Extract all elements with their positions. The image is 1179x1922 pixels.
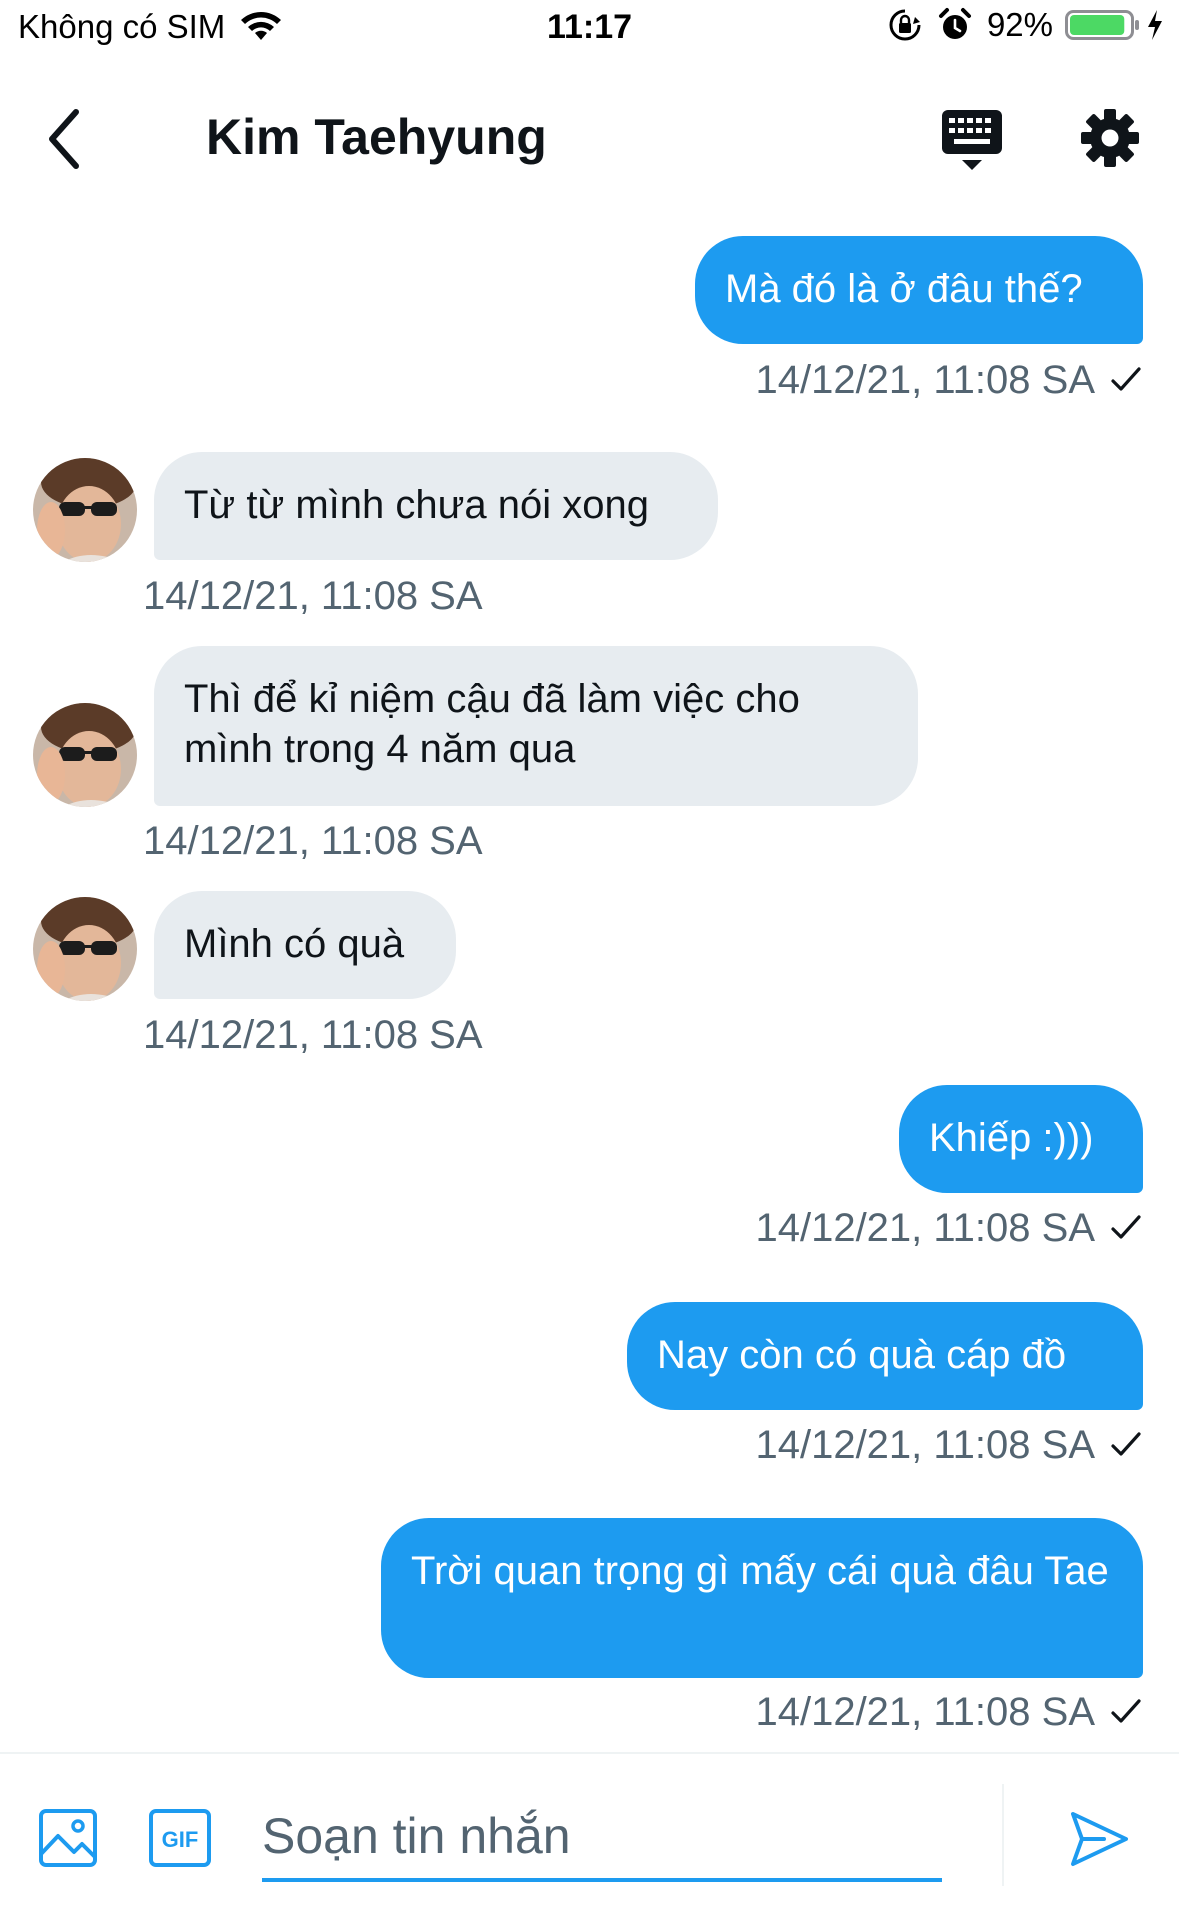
avatar-image bbox=[33, 897, 137, 1001]
message-timestamp: 14/12/21, 11:08 SA bbox=[755, 1206, 1143, 1251]
received-message-bubble[interactable]: Mình có quà bbox=[154, 891, 456, 999]
message-timestamp: 14/12/21, 11:08 SA bbox=[755, 358, 1143, 403]
timestamp-text: 14/12/21, 11:08 SA bbox=[143, 574, 483, 618]
message-text: Trời quan trọng gì mấy cái quà đâu Tae bbox=[411, 1549, 1109, 1593]
sent-check-icon bbox=[1111, 1215, 1141, 1239]
message-timestamp: 14/12/21, 11:08 SA bbox=[755, 1423, 1143, 1468]
rotation-lock-icon bbox=[889, 9, 921, 41]
sent-check-icon bbox=[1111, 1699, 1141, 1723]
avatar[interactable] bbox=[33, 897, 137, 1001]
avatar-image bbox=[33, 458, 137, 562]
image-icon[interactable] bbox=[38, 1808, 98, 1868]
gear-icon[interactable] bbox=[1080, 108, 1140, 168]
keyboard-icon[interactable] bbox=[940, 108, 1004, 174]
sent-check-icon bbox=[1111, 367, 1141, 391]
sent-message-bubble[interactable]: Mà đó là ở đâu thế? bbox=[695, 236, 1143, 344]
gif-icon[interactable]: GIF bbox=[148, 1808, 212, 1868]
back-button[interactable] bbox=[36, 102, 96, 176]
avatar[interactable] bbox=[33, 458, 137, 562]
message-timestamp: 14/12/21, 11:08 SA bbox=[143, 574, 483, 619]
send-icon[interactable] bbox=[1068, 1808, 1130, 1870]
timestamp-text: 14/12/21, 11:08 SA bbox=[755, 1690, 1095, 1734]
sent-message-bubble[interactable]: Nay còn có quà cáp đồ bbox=[627, 1302, 1143, 1410]
charging-bolt-icon bbox=[1148, 10, 1162, 40]
message-timestamp: 14/12/21, 11:08 SA bbox=[755, 1690, 1143, 1735]
message-timestamp: 14/12/21, 11:08 SA bbox=[143, 819, 483, 864]
battery-icon bbox=[1065, 10, 1139, 40]
message-text: Nay còn có quà cáp đồ bbox=[657, 1333, 1067, 1377]
timestamp-text: 14/12/21, 11:08 SA bbox=[755, 358, 1095, 402]
timestamp-text: 14/12/21, 11:08 SA bbox=[755, 1423, 1095, 1467]
battery-percent: 92% bbox=[986, 6, 1053, 43]
avatar-image bbox=[33, 703, 137, 807]
composer-divider bbox=[1002, 1784, 1004, 1886]
message-text: Từ từ mình chưa nói xong bbox=[184, 483, 649, 527]
message-text: Thì để kỉ niệm cậu đã làm việc cho mình … bbox=[184, 677, 800, 771]
alarm-icon bbox=[938, 8, 971, 39]
status-bar: Không có SIM 11:17 92% bbox=[0, 0, 1179, 60]
sent-message-bubble[interactable]: Trời quan trọng gì mấy cái quà đâu Tae bbox=[381, 1518, 1143, 1678]
received-message-bubble[interactable]: Từ từ mình chưa nói xong bbox=[154, 452, 718, 560]
timestamp-text: 14/12/21, 11:08 SA bbox=[755, 1206, 1095, 1250]
message-text: Khiếp :))) bbox=[929, 1116, 1094, 1160]
contact-name[interactable]: Kim Taehyung bbox=[206, 108, 547, 166]
message-text: Mà đó là ở đâu thế? bbox=[725, 267, 1083, 311]
message-input[interactable] bbox=[262, 1794, 942, 1882]
sent-check-icon bbox=[1111, 1432, 1141, 1456]
message-composer: GIF bbox=[0, 1752, 1179, 1922]
timestamp-text: 14/12/21, 11:08 SA bbox=[143, 1013, 483, 1057]
avatar[interactable] bbox=[33, 703, 137, 807]
gif-label: GIF bbox=[162, 1827, 199, 1852]
message-text: Mình có quà bbox=[184, 922, 405, 966]
message-timestamp: 14/12/21, 11:08 SA bbox=[143, 1013, 483, 1058]
status-right: 92% bbox=[887, 6, 1165, 44]
timestamp-text: 14/12/21, 11:08 SA bbox=[143, 819, 483, 863]
conversation-header: Kim Taehyung bbox=[0, 80, 1179, 200]
sent-message-bubble[interactable]: Khiếp :))) bbox=[899, 1085, 1143, 1193]
received-message-bubble[interactable]: Thì để kỉ niệm cậu đã làm việc cho mình … bbox=[154, 646, 918, 806]
